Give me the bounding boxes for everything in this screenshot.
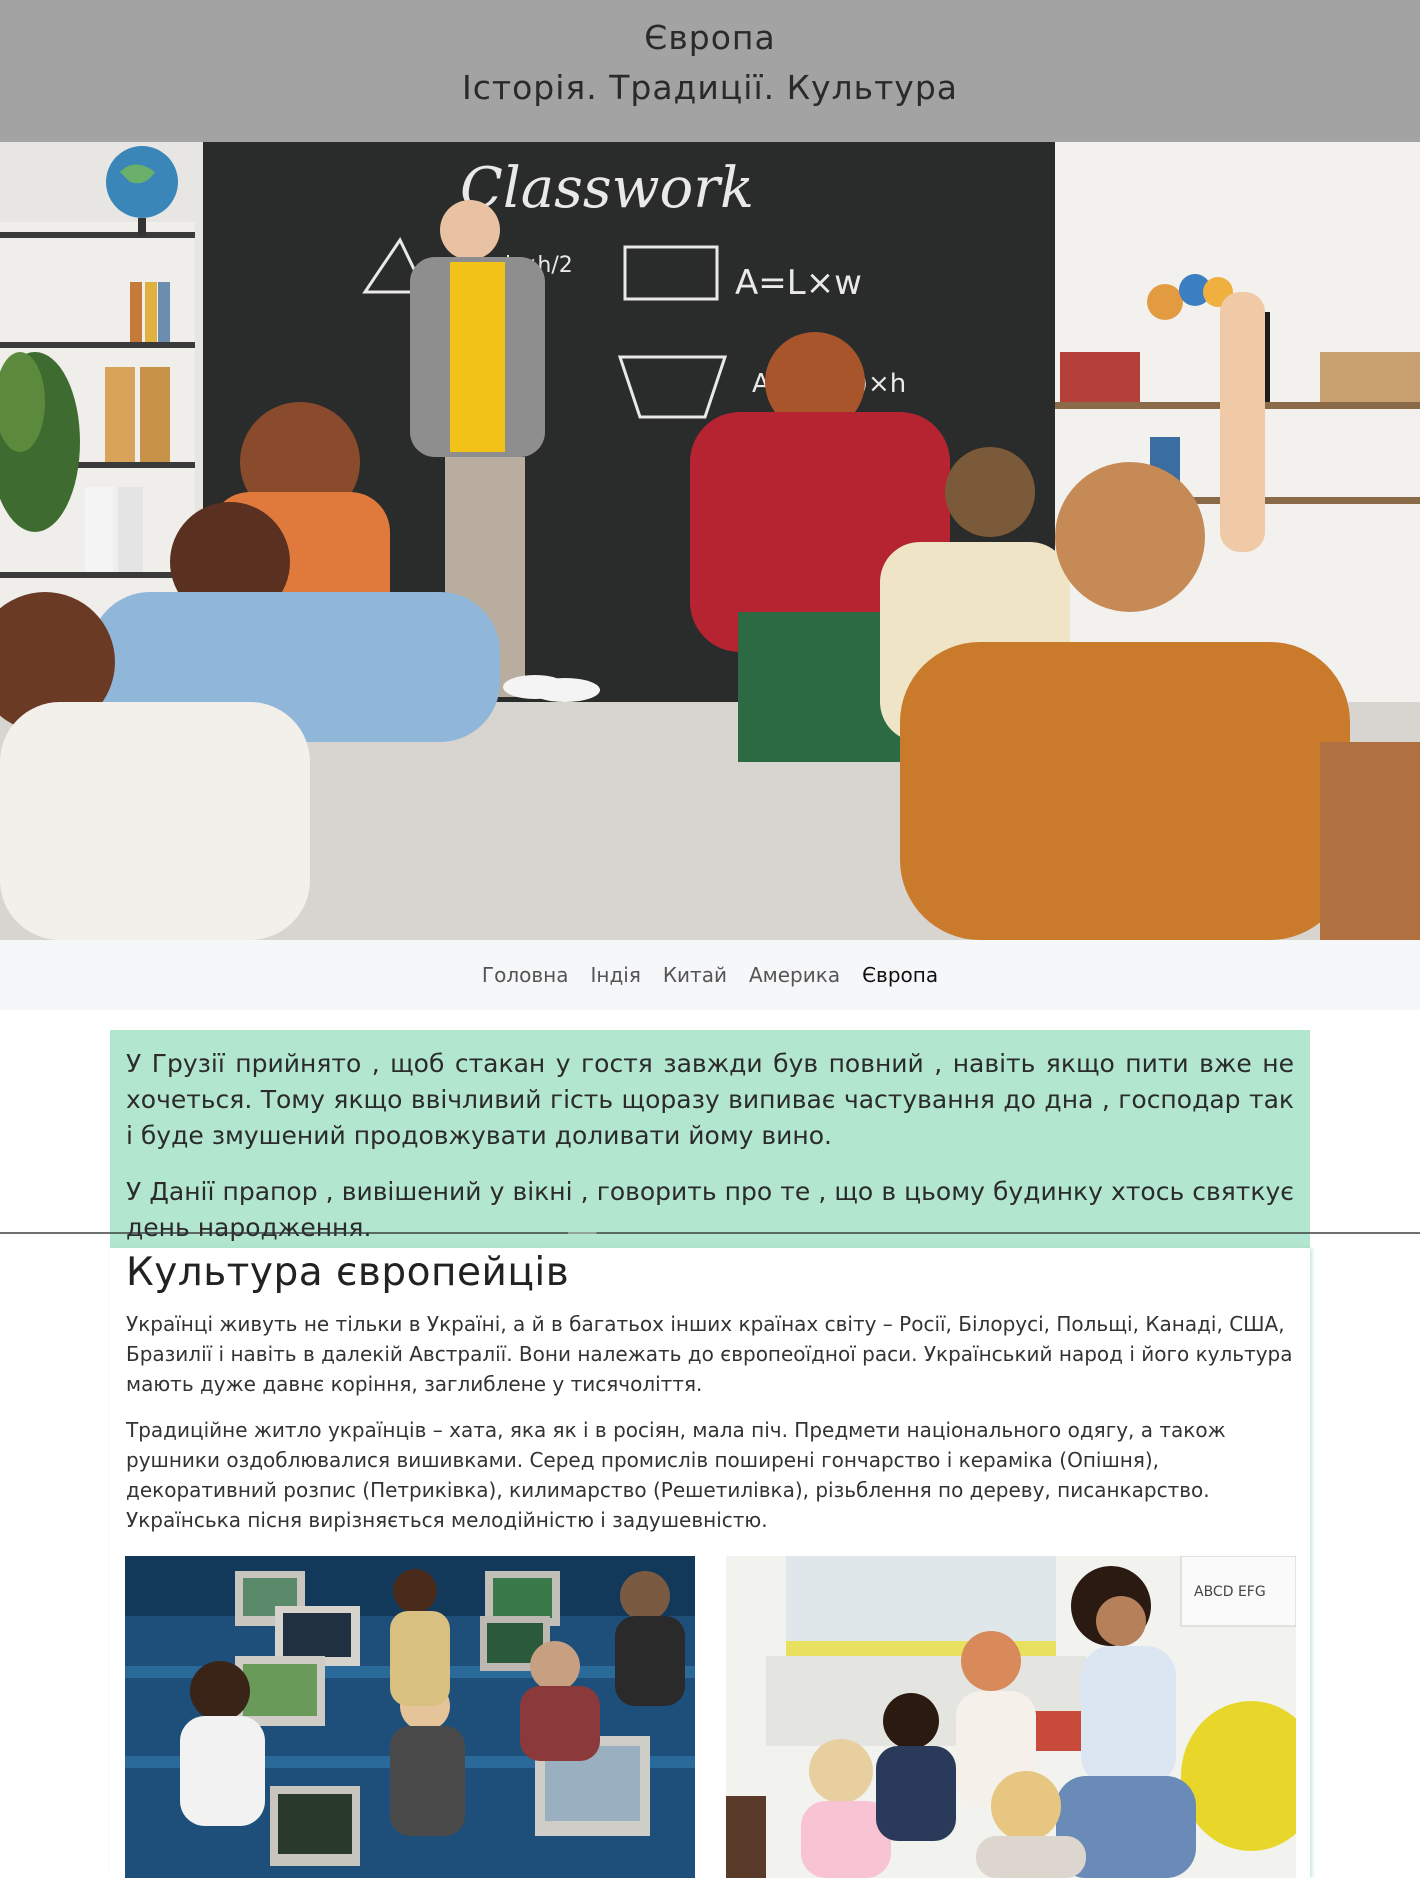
fact-denmark: У Данії прапор , вивішений у вікні , гов…: [126, 1177, 1294, 1242]
section-divider: [0, 1232, 1420, 1234]
photo-kids-retro-tvs: [125, 1556, 695, 1878]
alphabet-chart-text: ABCD EFG: [1194, 1584, 1266, 1600]
nav-item-home[interactable]: Головна: [482, 963, 569, 987]
culture-paragraph-1: Українці живуть не тільки в Україні, а й…: [126, 1312, 1293, 1396]
facts-box: У Грузії прийнято , щоб стакан у гостя з…: [110, 1030, 1310, 1248]
fact-georgia: У Грузії прийнято , щоб стакан у гостя з…: [126, 1049, 1294, 1150]
site-title: Європа: [644, 18, 776, 57]
board-formula-area: A=L×w: [735, 263, 862, 303]
section-heading: Культура європейців: [126, 1250, 570, 1295]
nav-item-europe[interactable]: Європа: [862, 963, 938, 987]
site-header: Європа Історія. Традиції. Культура: [0, 0, 1420, 142]
nav-item-america[interactable]: Америка: [749, 963, 840, 987]
board-title-text: Classwork: [460, 156, 754, 221]
site-subtitle: Історія. Традиції. Культура: [461, 68, 959, 107]
hero-image: Classwork A=L×w b×h/2 A=(B+b)×h: [0, 142, 1420, 940]
nav-item-india[interactable]: Індія: [590, 963, 640, 987]
main-nav: Головна Індія Китай Америка Європа: [0, 940, 1420, 1010]
culture-paragraph-2: Традиційне житло українців – хата, яка я…: [126, 1418, 1226, 1532]
photo-teacher-reading: ABCD EFG: [726, 1556, 1296, 1878]
nav-item-china[interactable]: Китай: [663, 963, 727, 987]
